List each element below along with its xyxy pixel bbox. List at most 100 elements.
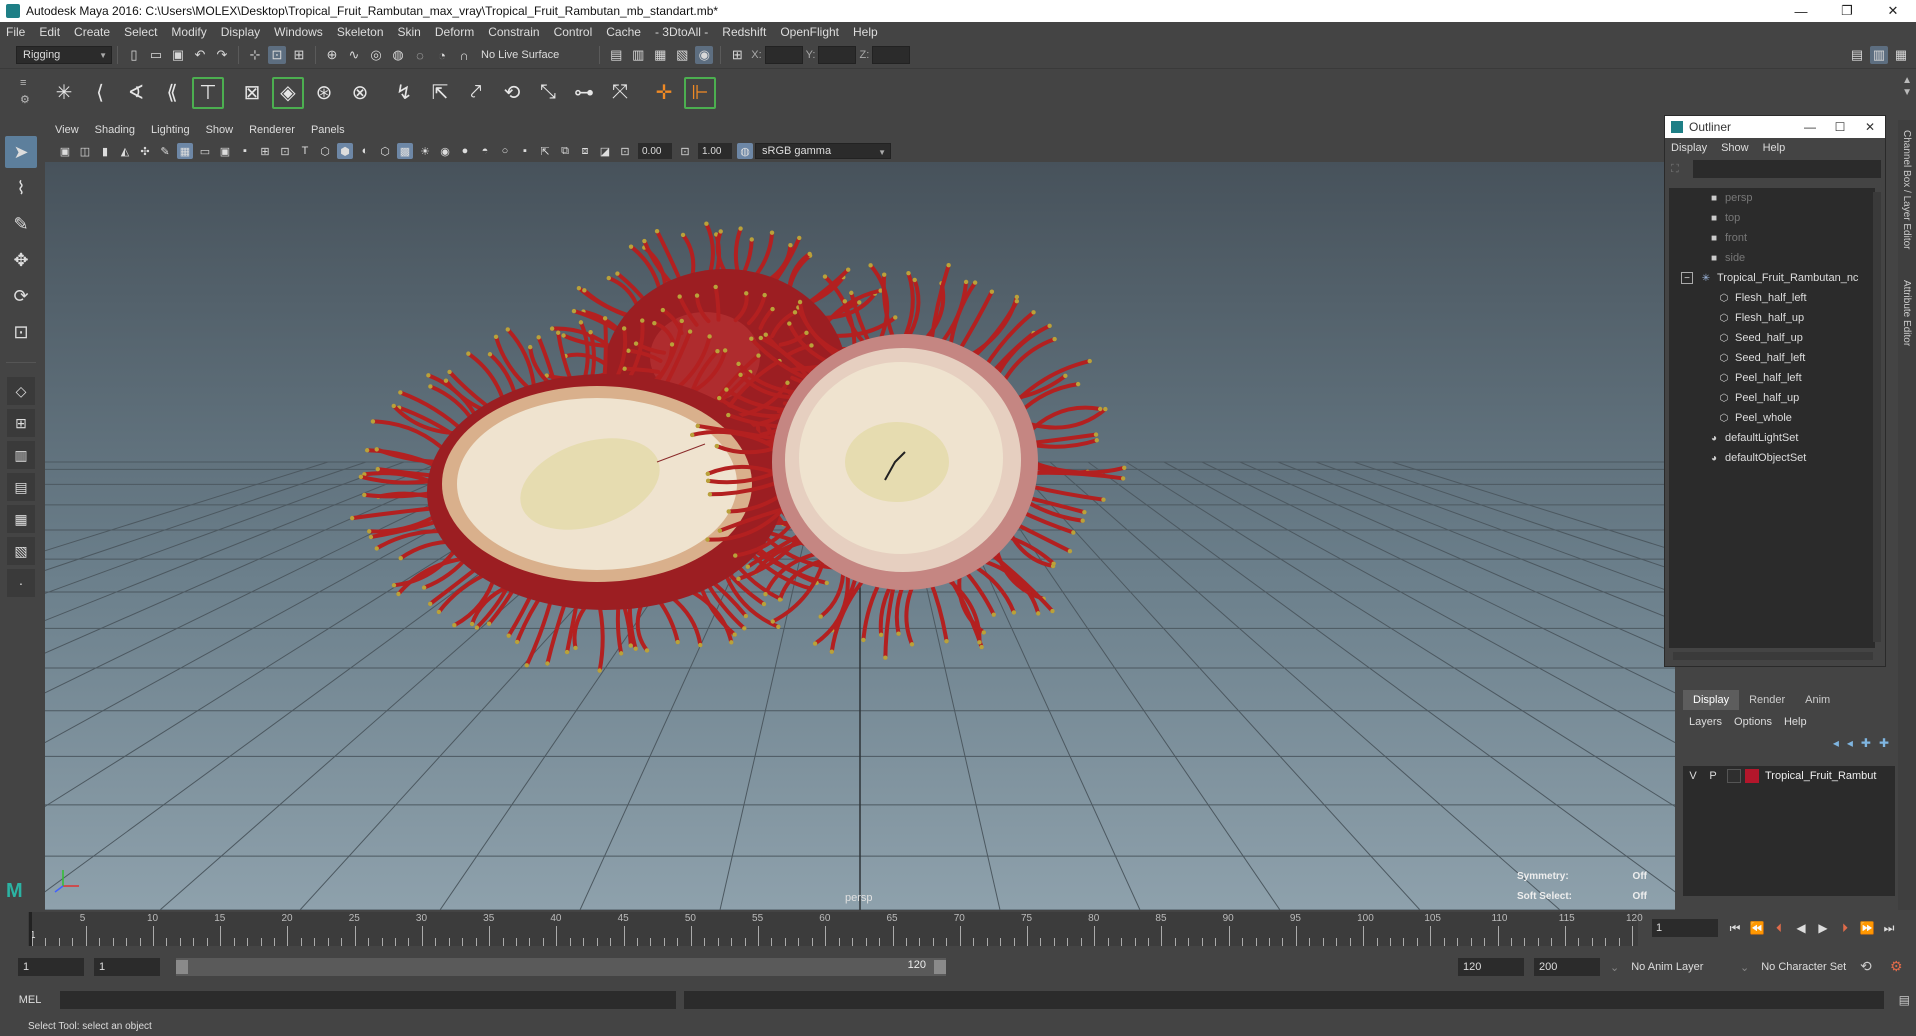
point-constraint-icon[interactable]: ⇱: [424, 77, 456, 109]
xray-components-icon[interactable]: ◪: [597, 143, 613, 159]
panel-menu-view[interactable]: View: [55, 124, 79, 136]
outliner-item-side[interactable]: ■ side: [1669, 248, 1875, 268]
z-input[interactable]: [872, 46, 911, 64]
lasso-tool-icon[interactable]: ⌇: [5, 172, 37, 204]
collapse-icon[interactable]: −: [1681, 272, 1693, 284]
four-pane-layout-icon[interactable]: ⊞: [7, 409, 35, 437]
outliner-item-top[interactable]: ■ top: [1669, 208, 1875, 228]
go-to-start-icon[interactable]: ⏮: [1724, 918, 1746, 938]
animation-start-input[interactable]: 1: [18, 958, 84, 976]
menu-select[interactable]: Select: [124, 25, 157, 39]
two-pane-horizontal-icon[interactable]: ▤: [7, 473, 35, 501]
menu-constrain[interactable]: Constrain: [488, 25, 539, 39]
outliner-menu-help[interactable]: Help: [1763, 142, 1786, 154]
camera-attributes-icon[interactable]: ◫: [77, 143, 93, 159]
playback-end-input[interactable]: 120: [1458, 958, 1524, 976]
view-transform-dropdown[interactable]: sRGB gamma ▼: [755, 143, 891, 159]
menu-redshift[interactable]: Redshift: [722, 25, 766, 39]
channel-box-tab[interactable]: Channel Box / Layer Editor: [1901, 130, 1912, 250]
snap-view-icon[interactable]: ◍: [389, 46, 407, 64]
outliner-vertical-scrollbar[interactable]: [1873, 192, 1881, 642]
ik-handle-icon[interactable]: ⟨: [84, 77, 116, 109]
outliner-horizontal-scrollbar[interactable]: [1673, 652, 1873, 660]
grid-icon[interactable]: ▦: [177, 143, 193, 159]
screen-space-ao-icon[interactable]: ●: [457, 143, 473, 159]
step-back-frame-icon[interactable]: ⏴: [1768, 918, 1790, 938]
magnet-icon[interactable]: ∩: [455, 46, 473, 64]
tab-display[interactable]: Display: [1683, 690, 1740, 710]
use-all-lights-icon[interactable]: ☀: [417, 143, 433, 159]
shelf-scroll-icon[interactable]: ▲ ▼: [1902, 75, 1912, 99]
menu-3dtoall[interactable]: - 3DtoAll -: [655, 25, 708, 39]
layer-visibility-toggle[interactable]: V: [1683, 770, 1703, 782]
menu-control[interactable]: Control: [554, 25, 593, 39]
ik-spline-icon[interactable]: ∢: [120, 77, 152, 109]
render-settings-icon[interactable]: ▤: [607, 46, 625, 64]
snap-grid-icon[interactable]: ⊕: [323, 46, 341, 64]
gate-mask-icon[interactable]: ▪: [237, 143, 253, 159]
outliner-item-flesh-half-left[interactable]: ⬡ Flesh_half_left: [1669, 288, 1875, 308]
outliner-item-peel-half-left[interactable]: ⬡ Peel_half_left: [1669, 368, 1875, 388]
color-management-icon[interactable]: ◍: [737, 143, 753, 159]
outliner-item-persp[interactable]: ■ persp: [1669, 188, 1875, 208]
outliner-close-button[interactable]: ✕: [1855, 116, 1885, 138]
menu-file[interactable]: File: [6, 25, 25, 39]
shelf-options-icon[interactable]: ≡ ⚙: [20, 75, 34, 111]
outliner-item-seed-half-left[interactable]: ⬡ Seed_half_left: [1669, 348, 1875, 368]
outliner-search-input[interactable]: [1693, 160, 1881, 178]
select-camera-icon[interactable]: ▣: [57, 143, 73, 159]
more-layouts-icon[interactable]: ·: [7, 569, 35, 597]
render-frame-icon[interactable]: ▥: [629, 46, 647, 64]
two-pane-vertical-icon[interactable]: ▥: [7, 441, 35, 469]
play-backwards-icon[interactable]: ◀: [1790, 918, 1812, 938]
snap-curve-icon[interactable]: ∿: [345, 46, 363, 64]
menu-create[interactable]: Create: [74, 25, 110, 39]
smooth-shade-icon[interactable]: ⬢: [337, 143, 353, 159]
bind-skin-icon[interactable]: ⊗: [344, 77, 376, 109]
minimize-button[interactable]: —: [1778, 0, 1824, 22]
snap-live-icon[interactable]: ◔: [433, 46, 451, 64]
outliner-item-seed-half-up[interactable]: ⬡ Seed_half_up: [1669, 328, 1875, 348]
menu-modify[interactable]: Modify: [171, 25, 206, 39]
perspective-viewport[interactable]: persp Symmetry: Off Soft Select: Off: [45, 162, 1675, 910]
animation-end-input[interactable]: 200: [1534, 958, 1600, 976]
range-bar[interactable]: 1 120: [176, 958, 946, 976]
menu-edit[interactable]: Edit: [39, 25, 60, 39]
default-material-icon[interactable]: ◐: [357, 143, 373, 159]
range-start-handle[interactable]: [176, 960, 188, 974]
layer-menu-layers[interactable]: Layers: [1689, 716, 1722, 728]
layer-color-swatch[interactable]: [1745, 769, 1759, 783]
gamma-input[interactable]: 1.00: [698, 143, 732, 159]
outliner-persp-layout-icon[interactable]: ▦: [7, 505, 35, 533]
resolution-gate-icon[interactable]: ▣: [217, 143, 233, 159]
select-hierarchy-icon[interactable]: ⊹: [246, 46, 264, 64]
script-language-toggle[interactable]: MEL: [0, 994, 60, 1006]
single-pane-layout-icon[interactable]: ◇: [7, 377, 35, 405]
new-layer-from-selection-icon[interactable]: ✚: [1879, 736, 1889, 750]
layer-playback-toggle[interactable]: P: [1703, 770, 1723, 782]
gamma-icon[interactable]: ⊡: [677, 143, 693, 159]
select-tool-icon[interactable]: ➤: [5, 136, 37, 168]
parent-constraint-icon[interactable]: ⊶: [568, 77, 600, 109]
attribute-editor-tab[interactable]: Attribute Editor: [1901, 280, 1912, 346]
rotate-tool-icon[interactable]: ⟳: [5, 280, 37, 312]
tab-render[interactable]: Render: [1739, 690, 1795, 710]
live-surface-label[interactable]: No Live Surface: [481, 49, 559, 61]
move-layer-down-icon[interactable]: ◂: [1847, 736, 1853, 750]
menu-skeleton[interactable]: Skeleton: [337, 25, 384, 39]
hik-icon[interactable]: ⊩: [684, 76, 716, 109]
exposure-input[interactable]: 0.00: [638, 143, 672, 159]
menu-display[interactable]: Display: [221, 25, 260, 39]
outliner-item-group[interactable]: − ✳ Tropical_Fruit_Rambutan_nc: [1669, 268, 1875, 288]
move-layer-up-icon[interactable]: ◂: [1833, 736, 1839, 750]
safe-title-icon[interactable]: T: [297, 143, 313, 159]
panel-menu-show[interactable]: Show: [206, 124, 234, 136]
exposure-icon[interactable]: ⊡: [617, 143, 633, 159]
depth-of-field-icon[interactable]: ▪: [517, 143, 533, 159]
menu-openflight[interactable]: OpenFlight: [780, 25, 839, 39]
menu-windows[interactable]: Windows: [274, 25, 323, 39]
menu-help[interactable]: Help: [853, 25, 878, 39]
auto-key-icon[interactable]: ⟲: [1860, 958, 1872, 975]
scale-constraint-icon[interactable]: ⤡: [532, 77, 564, 109]
hypershade-icon[interactable]: ◉: [695, 46, 714, 64]
